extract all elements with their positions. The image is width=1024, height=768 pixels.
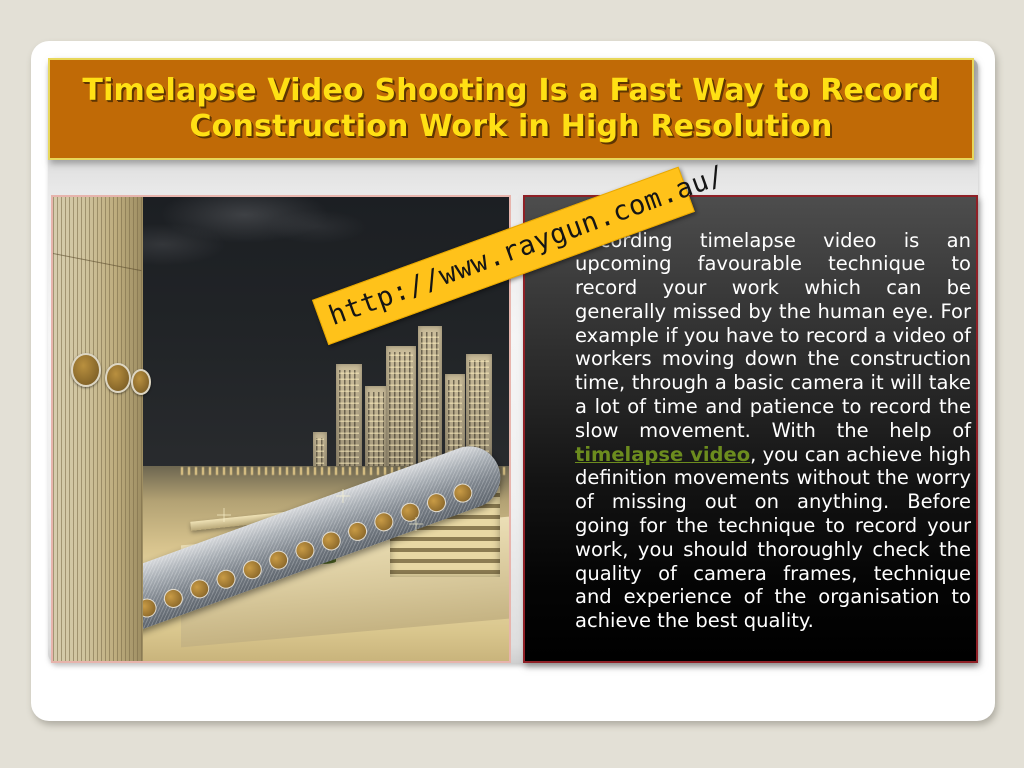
- slide-canvas-background: Timelapse Video Shooting Is a Fast Way t…: [0, 0, 1024, 768]
- bridge-window: [371, 509, 397, 535]
- bridge-window: [345, 519, 370, 544]
- bridge-window: [161, 586, 186, 611]
- slide-body-textbox: Recording timelapse video is an upcoming…: [523, 195, 978, 663]
- bridge-window: [187, 576, 212, 602]
- page-title: Timelapse Video Shooting Is a Fast Way t…: [82, 73, 940, 144]
- bridge-window: [319, 528, 344, 554]
- bridge-window: [292, 538, 318, 563]
- body-text-before-link: Recording timelapse video is an upcoming…: [575, 228, 971, 442]
- timelapse-video-link[interactable]: timelapse video: [575, 443, 750, 466]
- column-seam: [53, 253, 142, 272]
- bridge-window: [424, 490, 449, 515]
- column-porthole: [71, 353, 101, 387]
- light-flare: [335, 489, 350, 504]
- body-bullet-item: Recording timelapse video is an upcoming…: [549, 209, 971, 653]
- slide-title-bar: Timelapse Video Shooting Is a Fast Way t…: [48, 58, 974, 160]
- body-text-after-link: , you can achieve high definition moveme…: [575, 442, 971, 633]
- bridge-window: [266, 548, 291, 573]
- light-flare: [217, 507, 232, 522]
- bridge-window: [213, 567, 239, 592]
- concrete-column: [53, 197, 151, 661]
- bridge-window: [240, 557, 265, 582]
- body-paragraph: Recording timelapse video is an upcoming…: [575, 229, 971, 634]
- bridge-window: [450, 480, 476, 506]
- column-porthole: [105, 363, 131, 393]
- column-porthole: [131, 369, 151, 395]
- light-flare: [408, 517, 423, 532]
- presentation-slide: Timelapse Video Shooting Is a Fast Way t…: [31, 41, 995, 721]
